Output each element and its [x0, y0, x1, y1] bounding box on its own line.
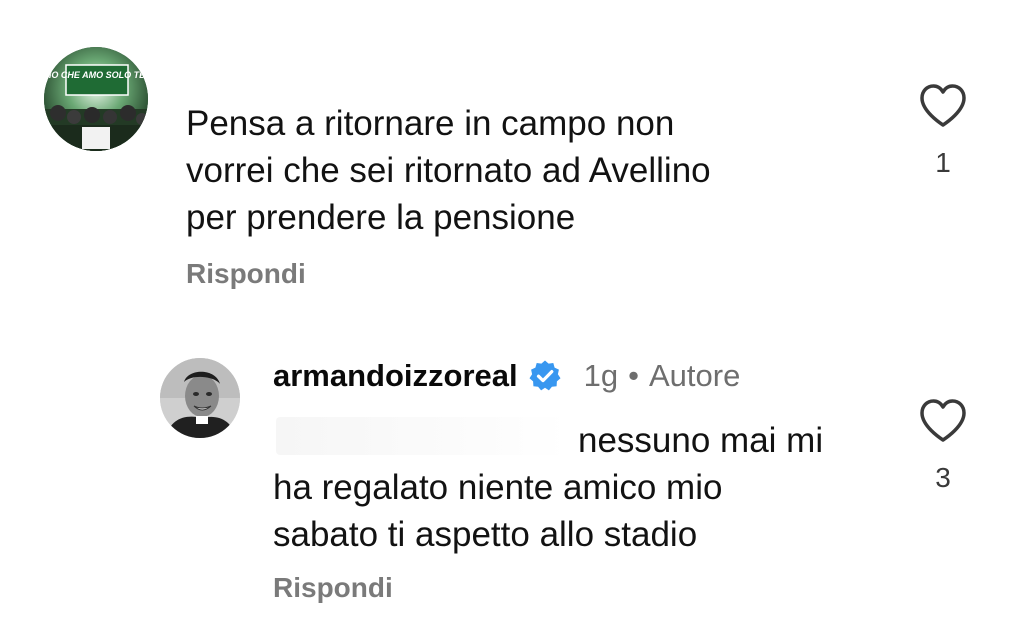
author-label: Autore	[648, 358, 741, 393]
banner-text-1: IO CHE AMO SOLO TE	[49, 70, 146, 80]
reply-text-line: sabato ti aspetto allo stadio	[273, 515, 698, 554]
redacted-mention	[276, 417, 568, 455]
avatar[interactable]: IO CHE AMO SOLO TE	[44, 47, 148, 151]
reply-text-line: ha regalato niente amico mio	[273, 468, 723, 507]
separator-dot: •	[628, 358, 639, 393]
comment-text: Pensa a ritornare in campo non vorrei ch…	[186, 100, 866, 241]
user-photo-avatar-image	[160, 358, 240, 438]
comment-text-line: per prendere la pensione	[186, 198, 576, 237]
comment-text-line: vorrei che sei ritornato ad Avellino	[186, 151, 711, 190]
timestamp: 1g	[583, 358, 619, 393]
reply-button[interactable]: Rispondi	[186, 254, 306, 294]
heart-outline-icon[interactable]	[918, 398, 968, 444]
reply-button[interactable]: Rispondi	[273, 568, 393, 608]
reply-text-line: nessuno mai mi	[578, 421, 824, 460]
verified-badge-icon	[528, 359, 562, 393]
heart-outline-icon[interactable]	[918, 83, 968, 129]
avatar[interactable]	[160, 358, 240, 438]
like-count: 3	[935, 462, 951, 493]
comment-text-line: Pensa a ritornare in campo non	[186, 104, 675, 143]
fan-group-avatar-image: IO CHE AMO SOLO TE	[44, 47, 148, 151]
reply-header: armandoizzoreal 1g • Autore	[273, 354, 740, 398]
username-link[interactable]: armandoizzoreal	[273, 358, 518, 394]
like-count: 1	[935, 147, 951, 178]
